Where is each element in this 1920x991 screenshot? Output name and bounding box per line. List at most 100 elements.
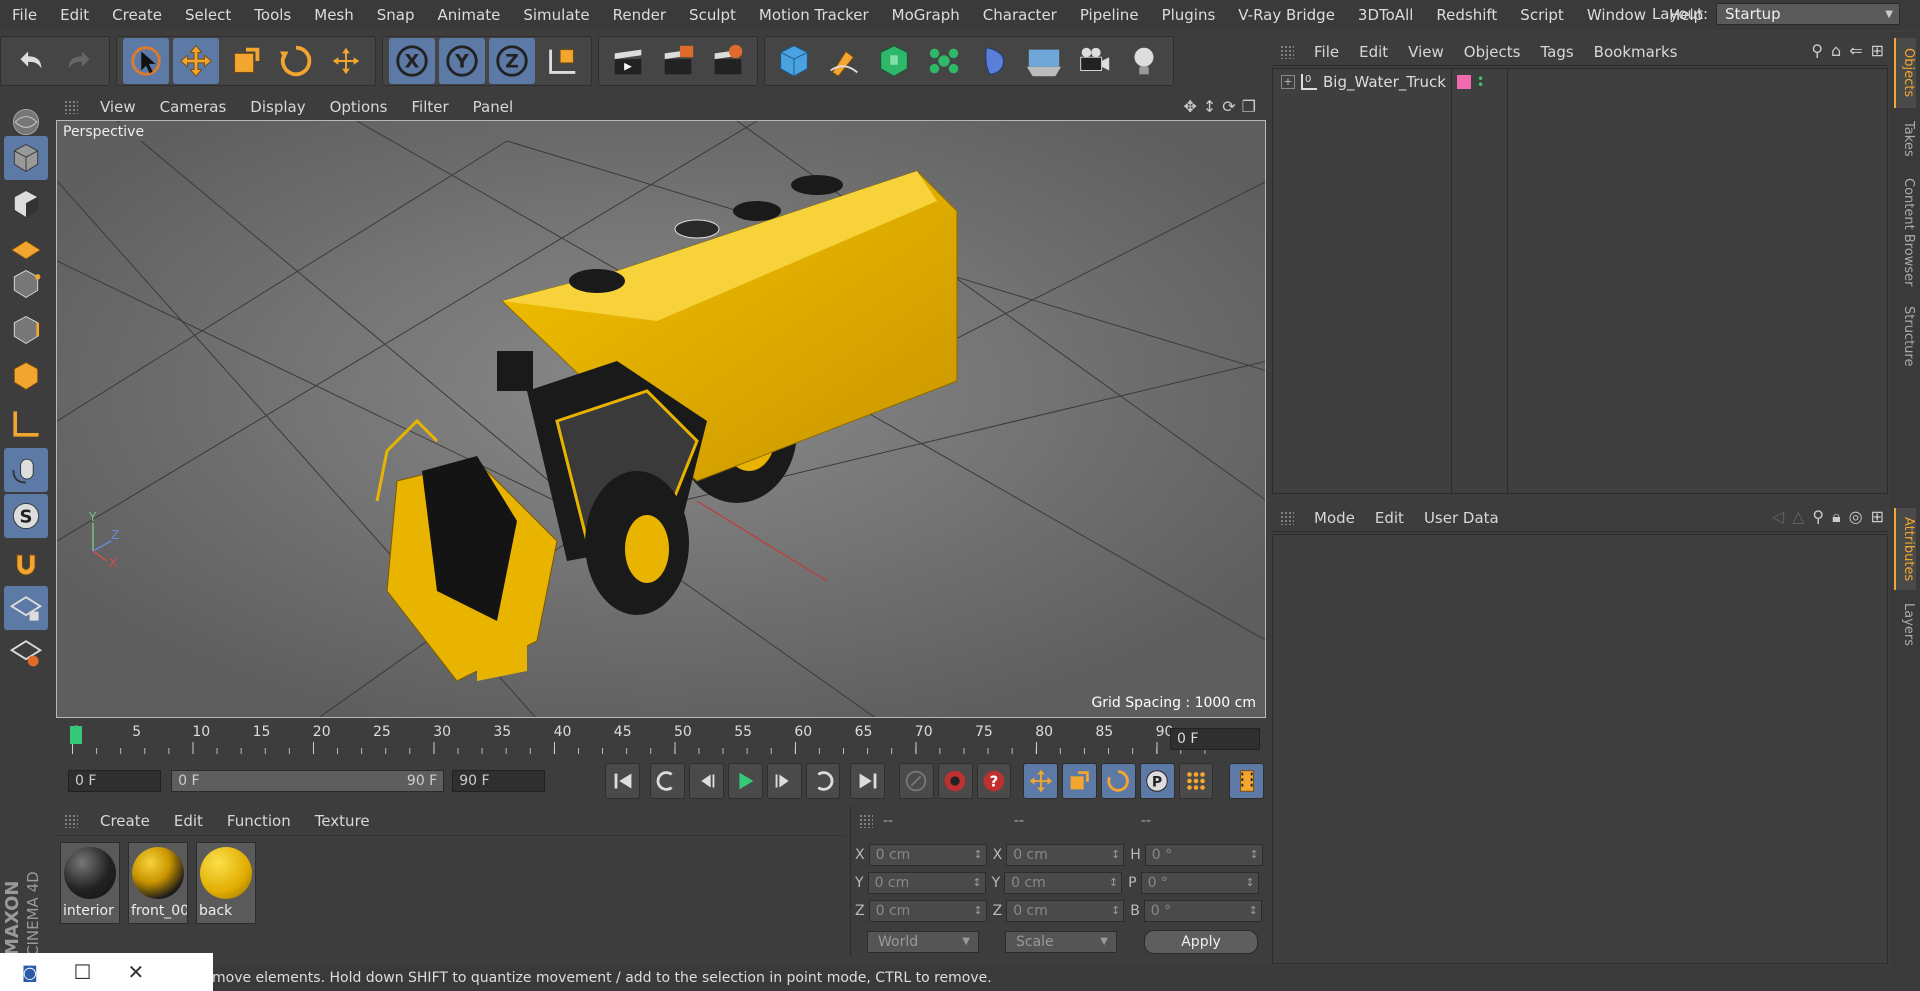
menu-select[interactable]: Select (173, 0, 242, 30)
search-icon[interactable]: ⚲ (1812, 507, 1824, 527)
menu-3dtoall[interactable]: 3DToAll (1346, 0, 1424, 30)
position-x-field[interactable]: 0 cm (868, 844, 987, 866)
autokey-icon[interactable] (937, 763, 973, 799)
menu-mesh[interactable]: Mesh (302, 0, 365, 30)
viewport-menu-view[interactable]: View (88, 98, 148, 116)
viewport-menu-display[interactable]: Display (238, 98, 317, 116)
rotate-icon[interactable] (273, 38, 319, 84)
zoom-icon[interactable]: ↕ (1203, 97, 1216, 116)
model-mode-icon[interactable] (4, 136, 48, 180)
panel-grip[interactable] (1280, 44, 1294, 59)
rotation-b-field[interactable]: 0 ° (1143, 900, 1262, 922)
coordinate-mode-select[interactable]: World (867, 931, 979, 953)
previous-frame-icon[interactable] (688, 763, 724, 799)
object-menu-view[interactable]: View (1398, 43, 1454, 61)
next-frame-icon[interactable] (766, 763, 802, 799)
start-frame-field[interactable]: 0 F (68, 770, 162, 792)
material-interior[interactable]: interior (60, 842, 120, 924)
panel-grip[interactable] (859, 814, 873, 828)
viewport-menu-filter[interactable]: Filter (399, 98, 460, 116)
menu-sculpt[interactable]: Sculpt (677, 0, 747, 30)
next-key-icon[interactable] (805, 763, 841, 799)
object-menu-edit[interactable]: Edit (1349, 43, 1398, 61)
menu-character[interactable]: Character (971, 0, 1068, 30)
menu-window[interactable]: Window (1575, 0, 1657, 30)
preview-range-slider[interactable]: 0 F 90 F (171, 770, 445, 792)
menu-mograph[interactable]: MoGraph (880, 0, 971, 30)
undo-icon[interactable] (7, 38, 53, 84)
solo-icon[interactable]: S (4, 494, 48, 538)
menu-animate[interactable]: Animate (426, 0, 512, 30)
polygons-mode-icon[interactable] (4, 354, 48, 398)
material-menu-texture[interactable]: Texture (303, 812, 382, 830)
object-menu-bookmarks[interactable]: Bookmarks (1584, 43, 1688, 61)
end-frame-field[interactable]: 90 F (452, 770, 546, 792)
rotation-p-field[interactable]: 0 ° (1140, 872, 1259, 894)
size-z-field[interactable]: 0 cm (1006, 900, 1125, 922)
object-menu-tags[interactable]: Tags (1530, 43, 1583, 61)
snap-icon[interactable] (4, 542, 48, 586)
pan-icon[interactable]: ✥ (1183, 97, 1196, 116)
back-icon[interactable]: ⇐ (1849, 41, 1862, 60)
size-y-field[interactable]: 0 cm (1004, 872, 1123, 894)
object-name[interactable]: Big_Water_Truck (1323, 73, 1446, 91)
locked-workplane-icon[interactable] (4, 630, 48, 674)
timeline-ruler[interactable]: 051015202530354045505560657075808590 0 F (56, 722, 1266, 758)
menu-edit[interactable]: Edit (48, 0, 100, 30)
menu-pipeline[interactable]: Pipeline (1068, 0, 1150, 30)
render-view-icon[interactable] (605, 38, 651, 84)
attribute-menu-mode[interactable]: Mode (1304, 509, 1365, 527)
x-axis-icon[interactable]: X (389, 38, 435, 84)
live-selection-icon[interactable] (123, 38, 169, 84)
cube-icon[interactable] (771, 38, 817, 84)
expand-icon[interactable]: + (1281, 75, 1295, 89)
material-front[interactable]: front_00 (128, 842, 188, 924)
material-menu-edit[interactable]: Edit (162, 812, 215, 830)
app-restore-icon[interactable]: ◙ (22, 963, 38, 982)
rotation-h-field[interactable]: 0 ° (1144, 844, 1263, 866)
current-frame-field[interactable]: 0 F (1170, 728, 1260, 750)
position-y-field[interactable]: 0 cm (867, 872, 986, 894)
deformer-icon[interactable] (971, 38, 1017, 84)
go-to-start-icon[interactable] (605, 763, 641, 799)
material-back[interactable]: back (196, 842, 256, 924)
tweak-mode-icon[interactable] (4, 448, 48, 492)
visibility-dots[interactable]: • • (1477, 73, 1484, 91)
record-rotation-icon[interactable] (1100, 763, 1136, 799)
orbit-icon[interactable]: ⟳ (1222, 97, 1235, 116)
lock-icon[interactable]: 🔒︎ (1832, 507, 1841, 527)
record-scale-icon[interactable] (1061, 763, 1097, 799)
menu-render[interactable]: Render (601, 0, 677, 30)
z-axis-icon[interactable]: Z (489, 38, 535, 84)
record-disabled-icon[interactable] (898, 763, 934, 799)
redo-icon[interactable] (57, 38, 103, 84)
maximize-icon[interactable]: ☐ (74, 960, 92, 984)
home-icon[interactable]: ⌂ (1831, 41, 1841, 60)
attribute-menu-edit[interactable]: Edit (1365, 509, 1414, 527)
search-icon[interactable]: ⚲ (1811, 41, 1823, 60)
cloner-icon[interactable] (921, 38, 967, 84)
record-position-icon[interactable] (1023, 763, 1058, 799)
edges-mode-icon[interactable] (4, 308, 48, 352)
tab-structure[interactable]: Structure (1894, 298, 1916, 374)
new-panel-icon[interactable]: ⊞ (1871, 41, 1884, 60)
axis-mode-icon[interactable] (4, 402, 48, 446)
playhead[interactable] (70, 726, 82, 744)
camera-icon[interactable] (1071, 38, 1117, 84)
tab-takes[interactable]: Takes (1894, 114, 1916, 164)
material-menu-function[interactable]: Function (215, 812, 303, 830)
keyframe-selection-icon[interactable]: ? (976, 763, 1012, 799)
close-icon[interactable]: ✕ (127, 960, 144, 984)
y-axis-icon[interactable]: Y (439, 38, 485, 84)
light-icon[interactable] (1121, 38, 1167, 84)
object-menu-objects[interactable]: Objects (1454, 43, 1531, 61)
menu-simulate[interactable]: Simulate (511, 0, 600, 30)
menu-v-ray-bridge[interactable]: V-Ray Bridge (1226, 0, 1346, 30)
menu-tools[interactable]: Tools (242, 0, 302, 30)
panel-grip[interactable] (64, 813, 78, 828)
coordinate-system-icon[interactable] (539, 38, 585, 84)
tab-attributes[interactable]: Attributes (1894, 508, 1916, 590)
go-to-end-icon[interactable] (850, 763, 886, 799)
panel-grip[interactable] (1280, 510, 1294, 525)
floor-icon[interactable] (1021, 38, 1067, 84)
